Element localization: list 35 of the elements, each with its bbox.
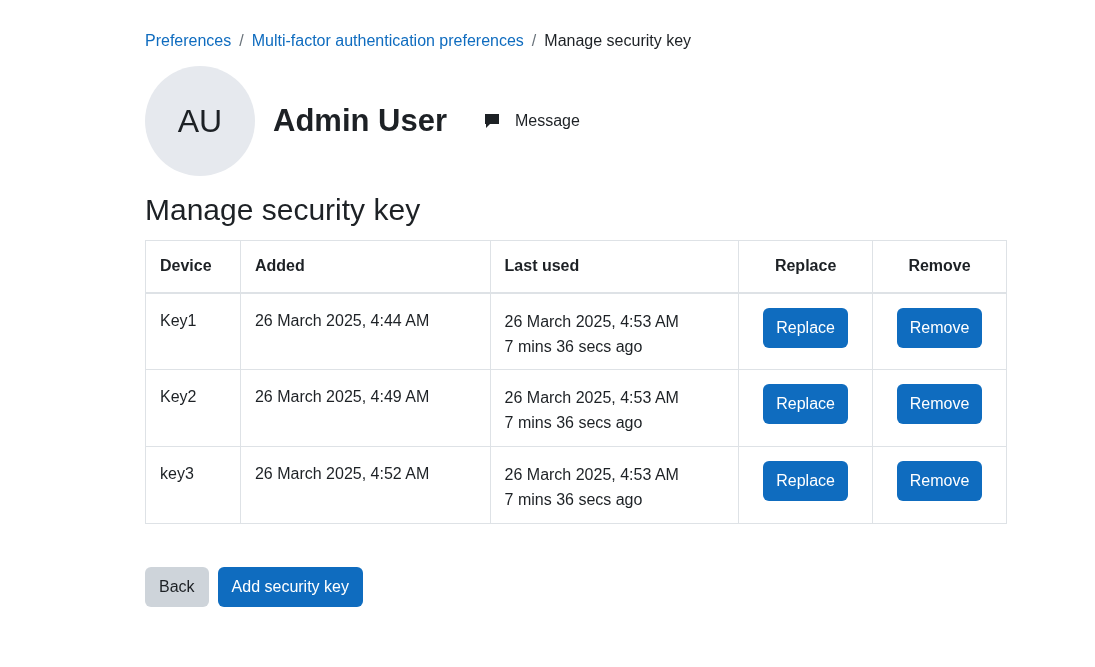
device-cell: Key1 [145,292,241,370]
breadcrumb-separator: / [239,31,244,51]
column-header: Last used [490,240,739,293]
remove-button[interactable]: Remove [896,461,983,501]
chat-icon [483,112,501,130]
column-header: Device [145,240,241,293]
last-used-ago: 7 mins 36 secs ago [504,490,644,510]
user-name: Admin User [273,101,447,140]
breadcrumb-separator: / [531,31,537,51]
added-cell: 26 March 2025, 4:49 AM [240,369,491,447]
replace-button[interactable]: Replace [763,384,848,424]
user-avatar: AU [145,66,255,176]
breadcrumb-link[interactable]: Multi-factor authentication preferences [251,29,524,53]
last-used-date: 26 March 2025, 4:53 AM [504,311,680,332]
last-used-ago: 7 mins 36 secs ago [504,336,644,357]
added-cell: 26 March 2025, 4:44 AM [240,292,491,370]
replace-button[interactable]: Replace [763,307,848,348]
last-used-date: 26 March 2025, 4:53 AM [504,388,680,408]
added-cell: 26 March 2025, 4:52 AM [240,446,491,524]
device-cell: key3 [145,446,241,524]
last-used-date: 26 March 2025, 4:53 AM [504,465,680,485]
breadcrumb-link[interactable]: Preferences [145,29,232,53]
page-heading: Manage security key [145,192,422,228]
remove-button[interactable]: Remove [896,307,983,348]
message-button[interactable]: Message [479,105,584,137]
device-cell: Key2 [145,369,241,447]
add-key-button[interactable]: Add security key [217,567,363,607]
column-header: Remove [872,240,1007,293]
column-header: Replace [738,240,873,293]
last-used-ago: 7 mins 36 secs ago [504,413,644,433]
breadcrumb-current: Manage security key [544,31,692,51]
remove-button[interactable]: Remove [896,384,983,424]
column-header: Added [240,240,491,293]
replace-button[interactable]: Replace [763,461,848,501]
back-button[interactable]: Back [145,567,209,607]
